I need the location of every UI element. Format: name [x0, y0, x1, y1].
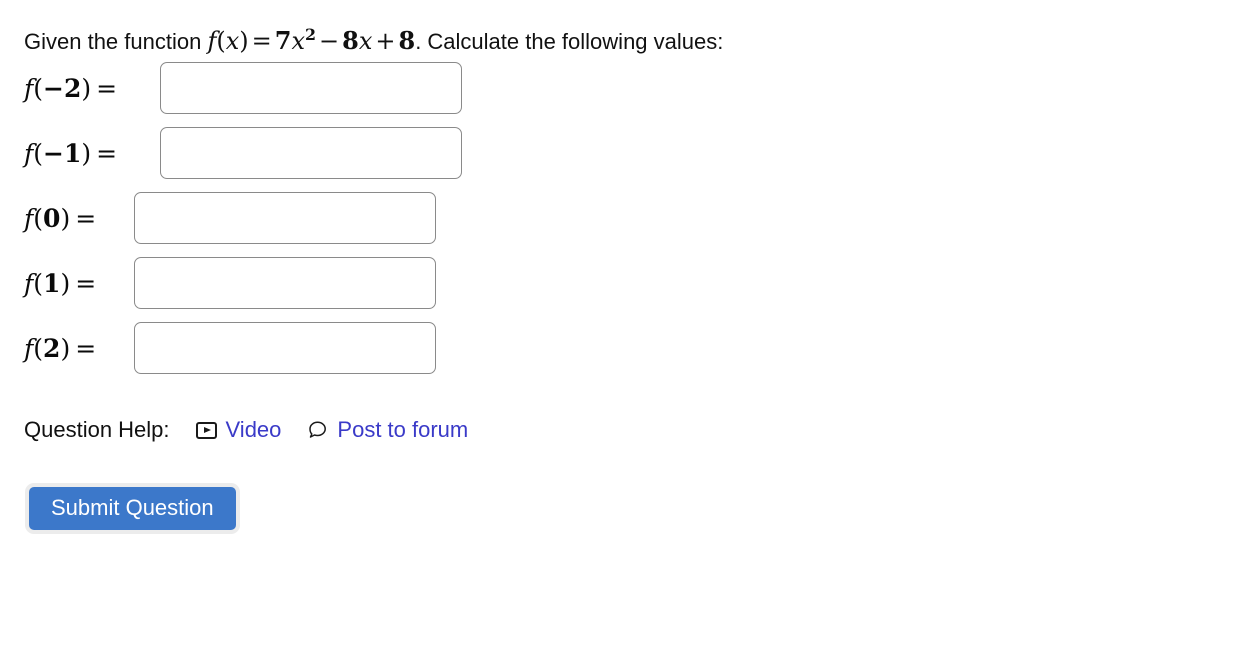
answer-input-f-minus-2[interactable] [160, 62, 462, 114]
function-expression: f(x) = 7x2−8x +8 [207, 25, 416, 55]
submit-area: Submit Question [25, 483, 240, 535]
quadratic-variable: x [291, 27, 305, 55]
label-paren-open: ( [33, 73, 44, 103]
constant-term: 8 [398, 26, 416, 55]
plus-sign: + [375, 27, 396, 55]
label-argument: −1 [43, 138, 82, 168]
answer-label: f(−1) = [0, 139, 160, 168]
label-paren-close: ) [60, 203, 71, 233]
exponent: 2 [305, 25, 317, 44]
label-function-name: f [24, 73, 34, 103]
answer-row: f(−2) = [0, 62, 1248, 114]
label-paren-close: ) [60, 333, 71, 363]
answer-input-f-minus-1[interactable] [160, 127, 462, 179]
forum-link-label: Post to forum [337, 417, 469, 442]
equals-sign: = [251, 27, 272, 55]
function-variable: x [225, 27, 240, 55]
answer-rows: f(−2) = f(−1) = f(0) = f(1) = f(2) = [0, 62, 1248, 387]
minus-sign: − [319, 27, 340, 55]
question-help-label: Question Help: [24, 417, 170, 442]
problem-instruction-text: . Calculate the following values: [415, 29, 724, 54]
label-argument: 2 [43, 333, 61, 363]
label-equals: = [75, 203, 97, 233]
function-name: f [207, 27, 217, 55]
label-argument: −2 [43, 73, 82, 103]
label-argument: 1 [43, 268, 61, 298]
label-function-name: f [24, 138, 34, 168]
label-argument: 0 [43, 203, 61, 233]
label-function-name: f [24, 333, 34, 363]
question-help: Question Help: Video Post to forum [24, 417, 494, 443]
answer-row: f(−1) = [0, 127, 1248, 179]
answer-row: f(2) = [0, 322, 1248, 374]
linear-variable: x [358, 27, 373, 55]
answer-input-f-2[interactable] [134, 322, 436, 374]
answer-row: f(0) = [0, 192, 1248, 244]
problem-intro-text: Given the function [24, 29, 208, 54]
video-icon [195, 421, 217, 439]
video-help-link[interactable]: Video [195, 417, 282, 443]
answer-input-f-0[interactable] [134, 192, 436, 244]
problem-statement: Given the function f(x) = 7x2−8x +8. Calcul… [24, 24, 723, 59]
label-equals: = [75, 333, 97, 363]
paren-open: ( [216, 27, 226, 55]
answer-label: f(2) = [0, 334, 134, 363]
answer-label: f(−2) = [0, 74, 160, 103]
quadratic-coefficient: 7 [274, 26, 292, 55]
submit-question-button[interactable]: Submit Question [25, 483, 240, 535]
answer-label: f(1) = [0, 269, 134, 298]
label-equals: = [96, 138, 118, 168]
paren-close: ) [239, 27, 249, 55]
label-paren-close: ) [81, 73, 92, 103]
speech-bubble-icon [307, 420, 328, 441]
label-paren-close: ) [60, 268, 71, 298]
label-function-name: f [24, 268, 34, 298]
label-paren-open: ( [33, 268, 44, 298]
label-function-name: f [24, 203, 34, 233]
label-paren-open: ( [33, 203, 44, 233]
answer-input-f-1[interactable] [134, 257, 436, 309]
post-to-forum-link[interactable]: Post to forum [307, 417, 468, 443]
video-link-label: Video [225, 417, 282, 442]
label-paren-open: ( [33, 333, 44, 363]
label-equals: = [75, 268, 97, 298]
answer-label: f(0) = [0, 204, 134, 233]
label-equals: = [96, 73, 118, 103]
label-paren-open: ( [33, 138, 44, 168]
label-paren-close: ) [81, 138, 92, 168]
answer-row: f(1) = [0, 257, 1248, 309]
linear-coefficient: 8 [342, 26, 359, 55]
